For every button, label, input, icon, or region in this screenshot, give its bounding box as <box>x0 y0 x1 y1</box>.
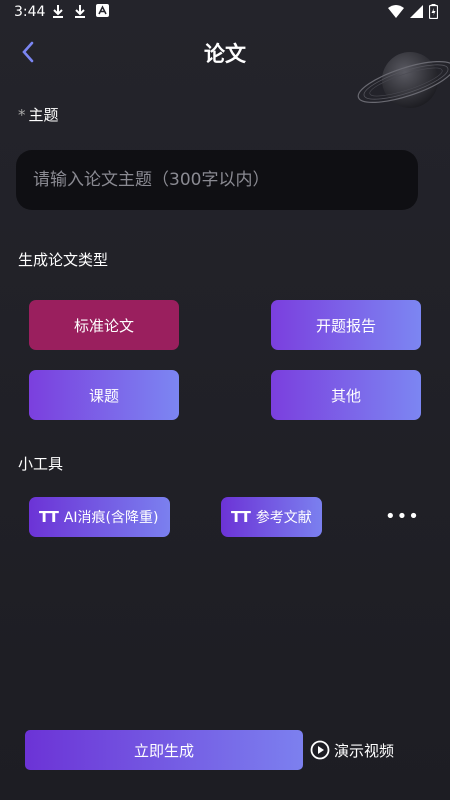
demo-video-label: 演示视频 <box>334 741 395 760</box>
type-topic-button[interactable]: 课题 <box>29 370 179 420</box>
text-size-icon: TT <box>39 508 59 526</box>
signal-icon <box>410 5 423 18</box>
battery-icon <box>429 4 438 19</box>
wifi-icon <box>388 5 404 18</box>
planet-decoration-icon <box>357 52 450 108</box>
references-label: 参考文献 <box>255 510 312 526</box>
tools-label: 小工具 <box>18 455 64 473</box>
type-standard-paper-button[interactable]: 标准论文 <box>29 300 179 350</box>
paper-type-label: 生成论文类型 <box>18 251 109 269</box>
download-icon <box>52 4 64 22</box>
status-time: 3:44 <box>14 4 46 20</box>
type-other-button[interactable]: 其他 <box>271 370 421 420</box>
download-icon <box>74 4 86 22</box>
text-size-icon: TT <box>231 508 251 526</box>
demo-video-button[interactable]: 演示视频 <box>310 738 394 762</box>
generate-button[interactable]: 立即生成 <box>25 730 303 770</box>
required-mark: * <box>18 106 26 124</box>
app-icon <box>96 4 109 21</box>
topic-label-text: 主题 <box>28 106 59 124</box>
type-proposal-report-button[interactable]: 开题报告 <box>271 300 421 350</box>
references-button[interactable]: TT 参考文献 <box>221 497 322 537</box>
more-icon[interactable]: ••• <box>385 506 419 530</box>
topic-label: * 主题 <box>18 104 59 125</box>
ai-trace-removal-label: AI消痕(含降重) <box>63 510 159 526</box>
play-circle-icon <box>310 740 330 760</box>
ai-trace-removal-button[interactable]: TT AI消痕(含降重) <box>29 497 170 537</box>
topic-input[interactable] <box>16 150 418 210</box>
